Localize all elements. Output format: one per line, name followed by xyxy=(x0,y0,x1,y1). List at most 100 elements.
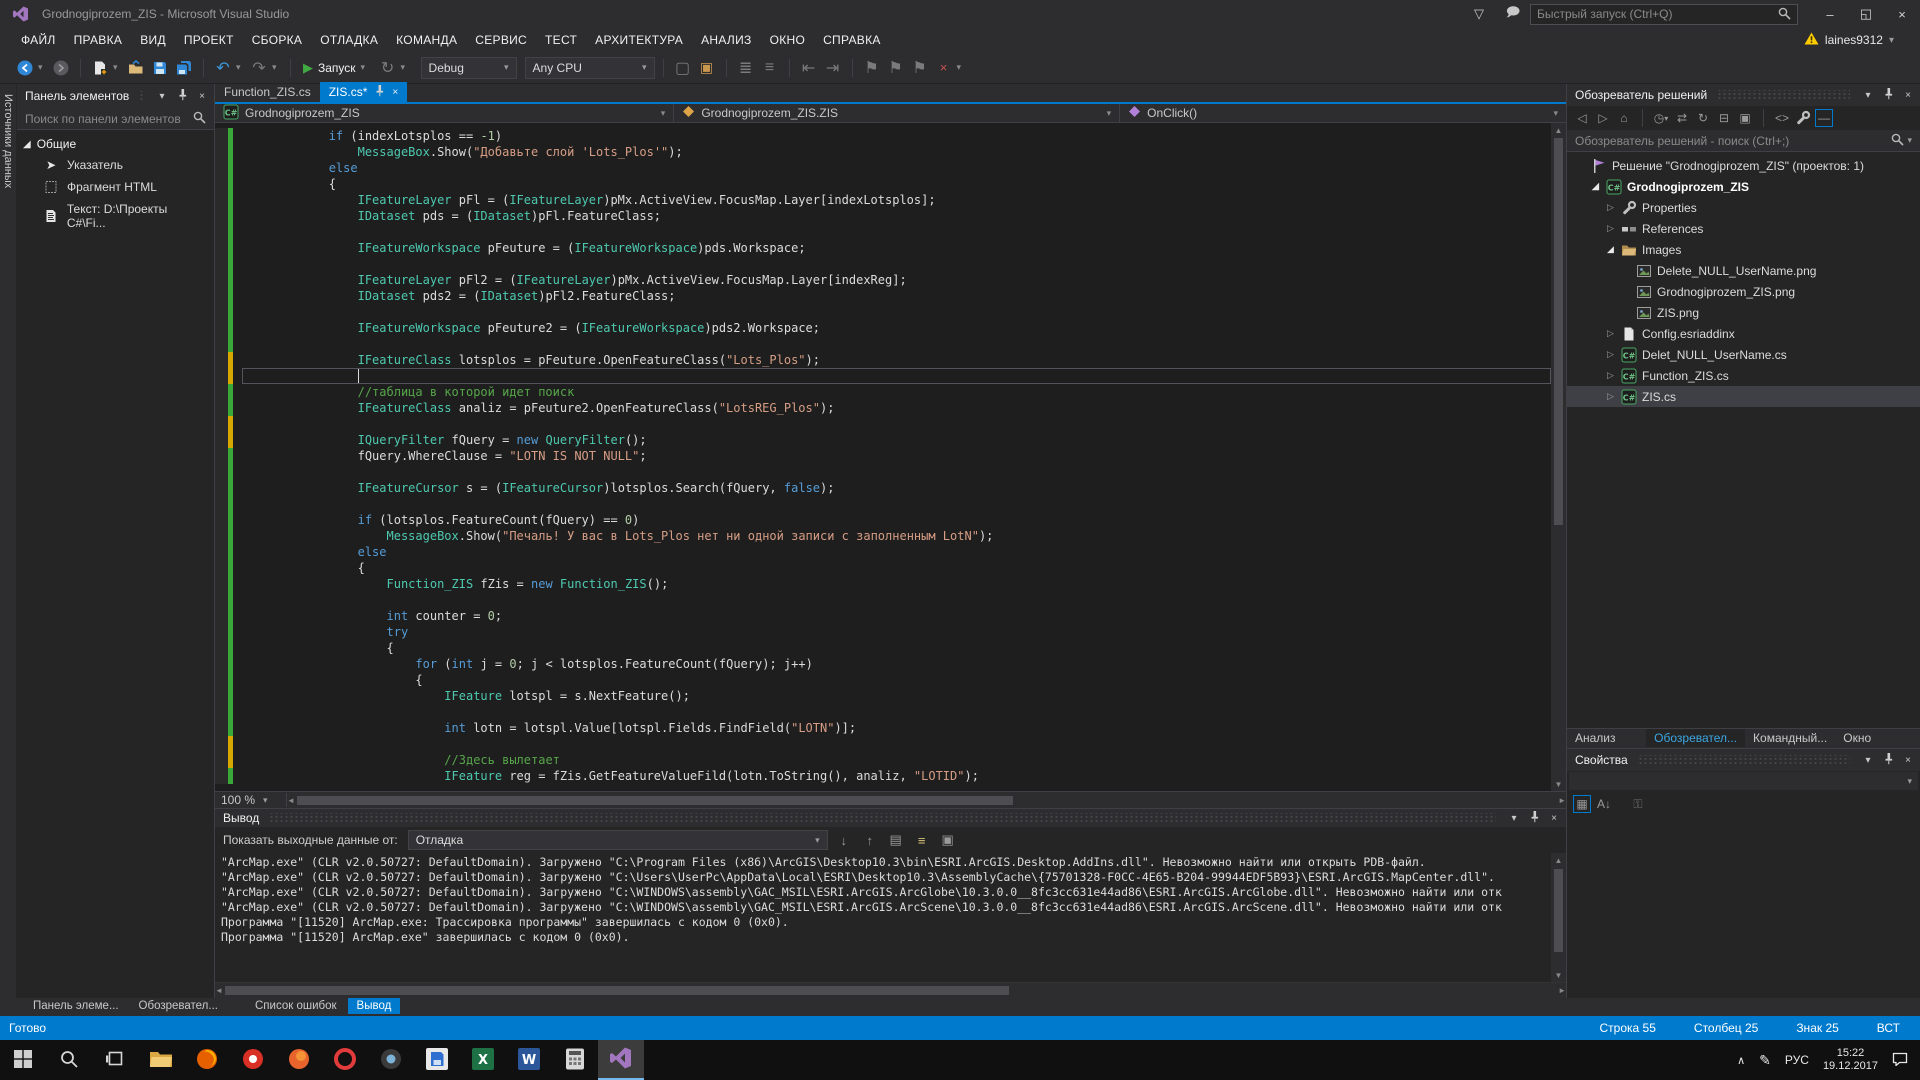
close-icon[interactable]: × xyxy=(1900,90,1916,101)
window-position-icon[interactable]: ▾ xyxy=(154,91,170,102)
navigate-forward-button[interactable] xyxy=(50,57,72,79)
code-line[interactable]: IFeature lotspl = s.NextFeature(); xyxy=(215,688,1551,704)
code-line[interactable] xyxy=(215,224,1551,240)
output-log[interactable]: "ArcMap.exe" (CLR v2.0.50727: DefaultDom… xyxy=(215,853,1551,982)
tree-item-delet-null-username-cs[interactable]: ▷C#Delet_NULL_UserName.cs xyxy=(1567,344,1920,365)
code-line[interactable]: IFeatureLayer pFl = (IFeatureLayer)pMx.A… xyxy=(215,192,1551,208)
document-tab-zis-cs-[interactable]: ZIS.cs*× xyxy=(320,82,408,102)
taskbar-explorer[interactable] xyxy=(138,1040,184,1080)
scroll-down-icon[interactable]: ▼ xyxy=(1555,968,1563,982)
view-code-icon[interactable]: <> xyxy=(1773,109,1791,127)
refresh-icon[interactable]: ↻ xyxy=(1694,109,1712,127)
code-editor[interactable]: if (indexLotsplos == -1) MessageBox.Show… xyxy=(215,123,1566,791)
categorized-view-icon[interactable]: ▦ xyxy=(1573,795,1591,813)
collapse-all-icon[interactable]: ⊟ xyxy=(1715,109,1733,127)
code-line[interactable]: { xyxy=(215,672,1551,688)
title-bar[interactable]: Grodnogiprozem_ZIS - Microsoft Visual St… xyxy=(0,0,1920,28)
tree-item-delete-null-username-png[interactable]: Delete_NULL_UserName.png xyxy=(1567,260,1920,281)
bookmark-previous-button[interactable]: ⚑ xyxy=(885,57,907,79)
close-button[interactable]: × xyxy=(1884,2,1920,26)
toolbox-item[interactable]: ➤Указатель xyxy=(17,154,214,176)
menu-item-вид[interactable]: ВИД xyxy=(131,30,175,50)
breakpoint-margin[interactable] xyxy=(215,464,228,480)
breakpoint-margin[interactable] xyxy=(215,400,228,416)
solution-platform-dropdown[interactable]: Any CPU ▾ xyxy=(525,57,655,79)
code-line[interactable] xyxy=(215,336,1551,352)
code-line[interactable] xyxy=(215,256,1551,272)
toolbox-item[interactable]: Фрагмент HTML xyxy=(17,176,214,198)
taskbar-browser-orange[interactable] xyxy=(276,1040,322,1080)
properties-grid[interactable] xyxy=(1567,817,1920,998)
menu-item-файл[interactable]: ФАЙЛ xyxy=(12,30,65,50)
code-line[interactable]: IDataset pds = (IDataset)pFl.FeatureClas… xyxy=(215,208,1551,224)
breakpoint-margin[interactable] xyxy=(215,768,228,784)
properties-header[interactable]: Свойства ▾ × xyxy=(1567,749,1920,771)
code-line[interactable]: IFeatureWorkspace pFeuture2 = (IFeatureW… xyxy=(215,320,1551,336)
editor-horizontal-scrollbar[interactable]: ◄ ► xyxy=(287,792,1566,808)
code-line[interactable] xyxy=(215,496,1551,512)
scroll-right-icon[interactable]: ► xyxy=(1558,984,1566,998)
breakpoint-margin[interactable] xyxy=(215,256,228,272)
menu-item-правка[interactable]: ПРАВКА xyxy=(65,30,132,50)
breakpoint-margin[interactable] xyxy=(215,624,228,640)
menu-item-сборка[interactable]: СБОРКА xyxy=(243,30,312,50)
panel-tab-командный---[interactable]: Командный... xyxy=(1745,729,1835,747)
code-line[interactable]: try xyxy=(215,624,1551,640)
code-line[interactable]: //Здесь вылетает xyxy=(215,752,1551,768)
start-debug-button[interactable]: ▶ Запуск ▾ xyxy=(299,60,375,76)
chevron-down-icon[interactable]: ▾ xyxy=(957,62,967,73)
menu-item-архитектура[interactable]: АРХИТЕКТУРА xyxy=(586,30,692,50)
code-line[interactable]: IFeatureClass analiz = pFeuture2.OpenFea… xyxy=(215,400,1551,416)
output-horizontal-scrollbar[interactable]: ◄ ► xyxy=(215,982,1566,998)
scrollbar-thumb[interactable] xyxy=(297,796,1013,805)
taskbar-visual-studio[interactable] xyxy=(598,1040,644,1080)
tree-item-zis-png[interactable]: ZIS.png xyxy=(1567,302,1920,323)
breakpoint-margin[interactable] xyxy=(215,288,228,304)
scrollbar-thumb[interactable] xyxy=(1554,138,1563,525)
output-vertical-scrollbar[interactable]: ▲ ▼ xyxy=(1551,853,1566,982)
breakpoint-margin[interactable] xyxy=(215,224,228,240)
output-header[interactable]: Вывод ▾ × xyxy=(215,809,1566,827)
taskbar-browser-red[interactable] xyxy=(230,1040,276,1080)
menu-item-проект[interactable]: ПРОЕКТ xyxy=(175,30,243,50)
code-line[interactable]: MessageBox.Show("Добавьте слой 'Lots_Plo… xyxy=(215,144,1551,160)
code-line[interactable] xyxy=(215,592,1551,608)
tree-item----------grodnogiprozem-zis--------------1-[interactable]: Решение "Grodnogiprozem_ZIS" (проектов: … xyxy=(1567,155,1920,176)
taskbar-start[interactable] xyxy=(0,1040,46,1080)
code-line[interactable] xyxy=(215,368,1551,384)
code-line[interactable]: for (int j = 0; j < lotsplos.FeatureCoun… xyxy=(215,656,1551,672)
code-line[interactable]: if (lotsplos.FeatureCount(fQuery) == 0) xyxy=(215,512,1551,528)
solution-explorer-search-input[interactable]: Обозреватель решений - поиск (Ctrl+;) ▾ xyxy=(1567,130,1920,152)
pin-icon[interactable] xyxy=(374,84,385,100)
undo-button[interactable]: ↶ xyxy=(212,57,234,79)
filter-icon[interactable]: ▽ xyxy=(1462,6,1496,22)
navigate-back-button[interactable] xyxy=(14,57,36,79)
chevron-collapsed-icon[interactable]: ▷ xyxy=(1605,328,1616,339)
window-position-icon[interactable]: ▾ xyxy=(1860,755,1876,766)
show-all-files-icon[interactable]: ▣ xyxy=(1736,109,1754,127)
dock-tab-вывод[interactable]: Вывод xyxy=(348,998,401,1014)
breakpoint-margin[interactable] xyxy=(215,736,228,752)
property-pages-icon[interactable]: ⚿ xyxy=(1629,795,1647,813)
breakpoint-margin[interactable] xyxy=(215,752,228,768)
indent-increase-button[interactable]: ⇥ xyxy=(822,57,844,79)
breakpoint-margin[interactable] xyxy=(215,192,228,208)
taskbar-taskbar-search[interactable] xyxy=(46,1040,92,1080)
breakpoint-margin[interactable] xyxy=(215,336,228,352)
quick-launch-box[interactable]: Быстрый запуск (Ctrl+Q) xyxy=(1530,4,1798,25)
tree-item-references[interactable]: ▷References xyxy=(1567,218,1920,239)
scroll-left-icon[interactable]: ◄ xyxy=(287,793,295,807)
clock[interactable]: 15:22 19.12.2017 xyxy=(1823,1047,1878,1073)
breakpoint-margin[interactable] xyxy=(215,672,228,688)
code-line[interactable]: MessageBox.Show("Печаль! У вас в Lots_Pl… xyxy=(215,528,1551,544)
scroll-left-icon[interactable]: ◄ xyxy=(215,984,223,998)
code-line[interactable]: IFeatureWorkspace pFeuture = (IFeatureWo… xyxy=(215,240,1551,256)
code-line[interactable]: else xyxy=(215,544,1551,560)
pin-icon[interactable] xyxy=(1526,810,1542,826)
scroll-up-icon[interactable]: ▲ xyxy=(1555,853,1563,867)
scroll-up-icon[interactable]: ▲ xyxy=(1555,123,1563,137)
breakpoint-margin[interactable] xyxy=(215,144,228,160)
panel-tab-обозревател---[interactable]: Обозревател... xyxy=(1646,729,1745,747)
chevron-expanded-icon[interactable]: ◢ xyxy=(1590,181,1601,192)
language-indicator[interactable]: РУС xyxy=(1785,1053,1809,1067)
